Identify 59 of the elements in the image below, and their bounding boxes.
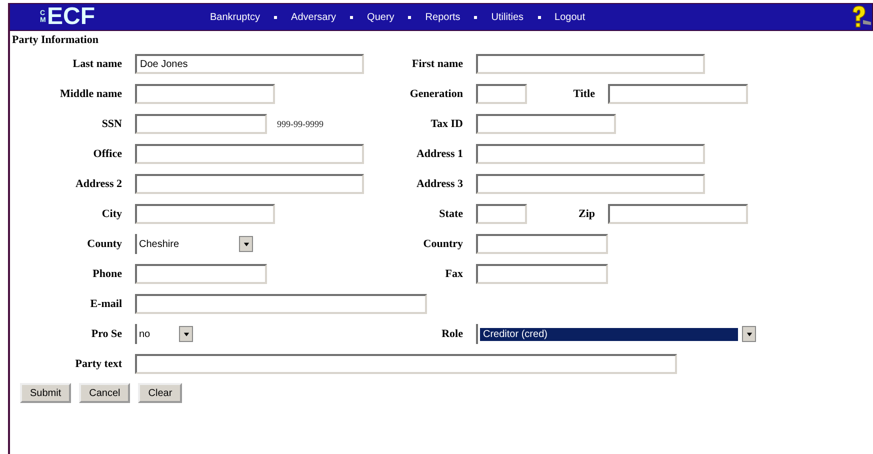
- field-label: Role: [440, 328, 463, 340]
- input-field[interactable]: [135, 354, 677, 374]
- field-label: Title: [572, 88, 595, 100]
- input-field[interactable]: [608, 84, 748, 104]
- input-field[interactable]: [476, 54, 705, 74]
- input-field[interactable]: [476, 204, 527, 224]
- input-field[interactable]: [476, 174, 705, 194]
- field-label: Fax: [444, 268, 463, 280]
- field-label: Middle name: [58, 88, 122, 100]
- input-field[interactable]: [135, 144, 364, 164]
- dropdown[interactable]: Creditor (cred): [476, 324, 756, 344]
- dropdown[interactable]: Cheshire: [135, 234, 253, 254]
- logo: ECF: [47, 4, 95, 30]
- field-label: Phone: [92, 268, 122, 280]
- section-title: Party Information: [12, 34, 100, 48]
- field-label: Office: [92, 148, 122, 160]
- input-field[interactable]: [476, 264, 608, 284]
- field-label: SSN: [100, 118, 122, 130]
- dropdown[interactable]: no: [135, 324, 193, 344]
- field-label: Address 3: [415, 178, 463, 190]
- menu-item[interactable]: Adversary: [291, 12, 336, 22]
- input-field[interactable]: [476, 114, 616, 134]
- form-button[interactable]: Clear: [138, 383, 182, 403]
- input-field[interactable]: [135, 294, 427, 314]
- input-field[interactable]: [135, 174, 364, 194]
- menu-item[interactable]: Reports: [425, 12, 460, 22]
- input-field[interactable]: [135, 264, 267, 284]
- field-label: Tax ID: [430, 118, 463, 130]
- input-field[interactable]: [476, 234, 608, 254]
- input-field[interactable]: [135, 84, 275, 104]
- field-label: Generation: [408, 88, 463, 100]
- field-label: Last name: [72, 58, 122, 70]
- input-field[interactable]: [135, 114, 267, 134]
- input-field[interactable]: [608, 204, 748, 224]
- field-label: Address 1: [415, 148, 463, 160]
- field-label: First name: [410, 58, 463, 70]
- field-label: City: [100, 208, 122, 220]
- field-label: Zip: [577, 208, 595, 220]
- input-field[interactable]: Doe Jones: [135, 54, 364, 74]
- caret-icon: [182, 330, 190, 338]
- form-button[interactable]: Cancel: [79, 383, 130, 403]
- form-button[interactable]: Submit: [20, 383, 72, 403]
- input-field[interactable]: [476, 144, 705, 164]
- field-label: State: [438, 208, 463, 220]
- menu-item[interactable]: Query: [367, 12, 394, 22]
- format-hint: 999-99-9999: [277, 119, 324, 129]
- field-label: E-mail: [89, 298, 122, 310]
- field-label: Address 2: [74, 178, 122, 190]
- input-field[interactable]: [476, 84, 527, 104]
- menu-item[interactable]: Bankruptcy: [210, 12, 260, 22]
- field-label: Country: [422, 238, 463, 250]
- field-label: County: [86, 238, 122, 250]
- input-field[interactable]: [135, 204, 275, 224]
- menu-item[interactable]: Logout: [554, 12, 586, 22]
- caret-icon: [746, 330, 752, 338]
- menu-item[interactable]: Utilities: [491, 12, 524, 22]
- field-label: Pro Se: [90, 328, 122, 340]
- caret-icon: [242, 240, 250, 248]
- field-label: Party text: [74, 358, 122, 370]
